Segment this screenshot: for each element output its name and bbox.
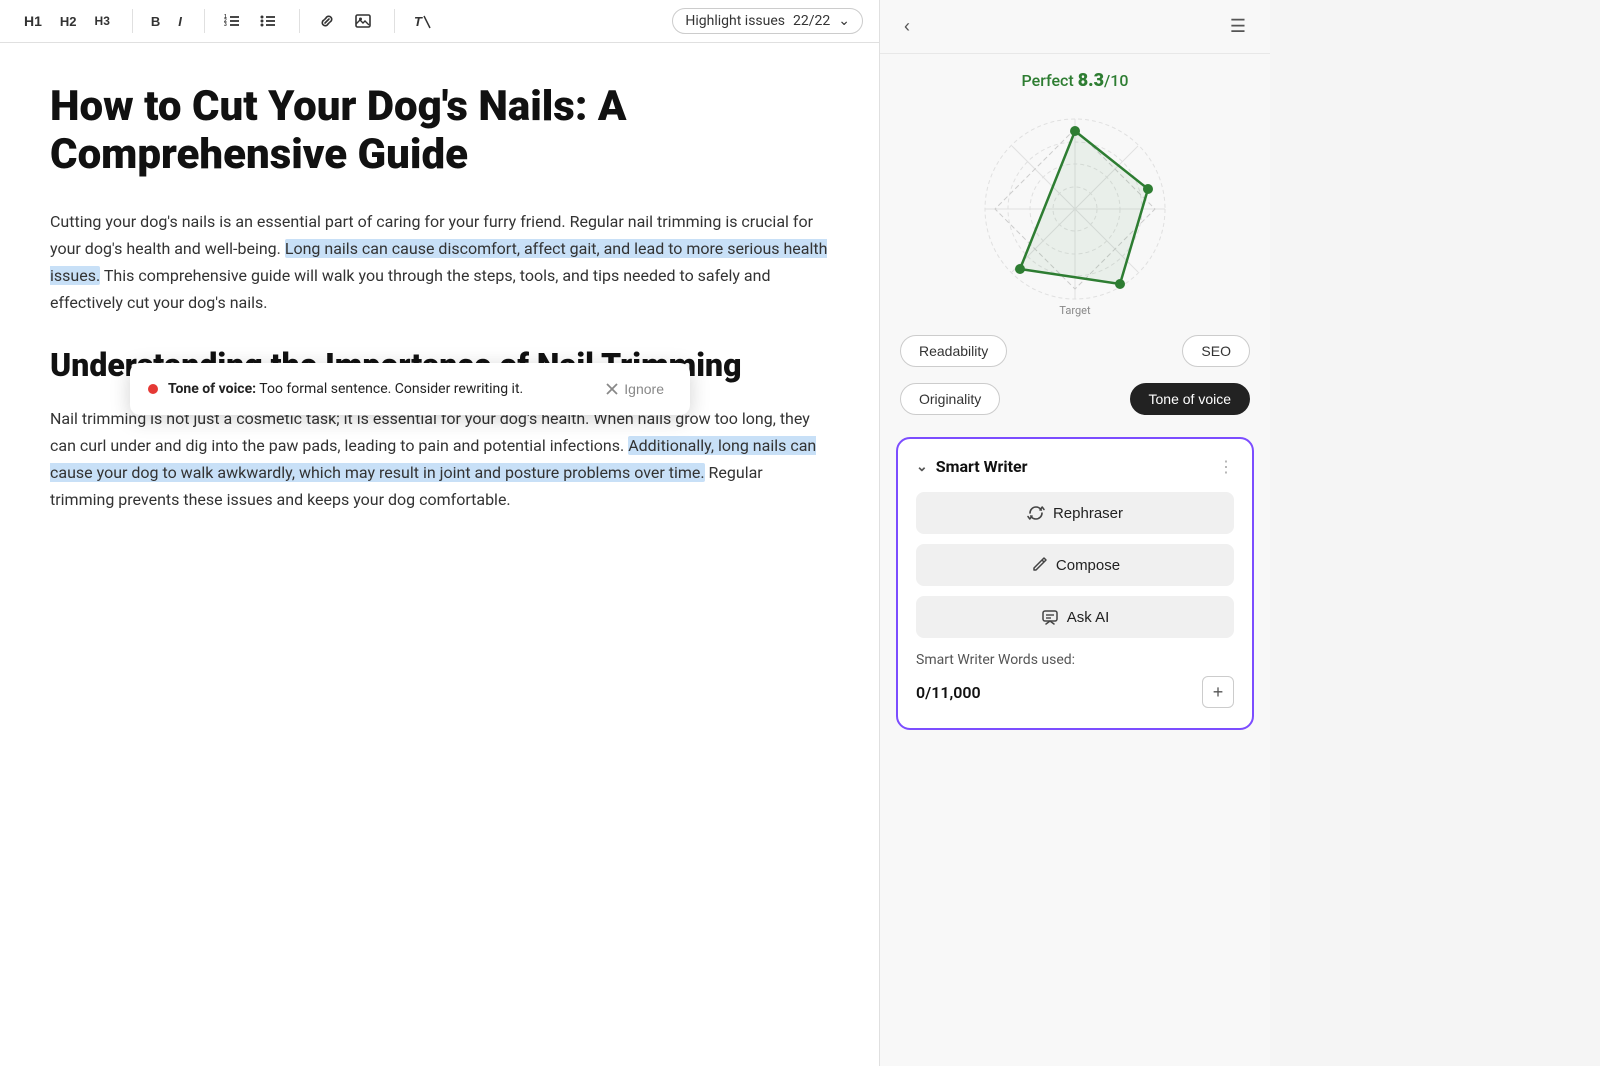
tone-dot [148, 384, 158, 394]
originality-pill[interactable]: Originality [900, 383, 1000, 415]
ignore-icon [605, 382, 619, 396]
words-count-row: 0/11,000 + [916, 676, 1234, 708]
format-group: B I [143, 10, 190, 33]
highlight-dropdown[interactable]: Highlight issues 22/22 ⌄ [672, 8, 863, 34]
smart-writer-title: ⌄ Smart Writer [916, 457, 1028, 476]
radar-section: Target [880, 99, 1270, 327]
link-button[interactable] [310, 8, 344, 34]
ask-ai-button[interactable]: Ask AI [916, 596, 1234, 638]
h2-button[interactable]: H2 [52, 10, 85, 33]
h1-button[interactable]: H1 [16, 9, 50, 33]
menu-button[interactable]: ☰ [1226, 12, 1250, 41]
link-icon [318, 12, 336, 30]
score-section: Perfect 8.3/10 [880, 54, 1270, 99]
score-suffix: /10 [1104, 71, 1128, 90]
radar-svg [965, 99, 1185, 319]
unordered-list-button[interactable] [251, 8, 285, 34]
collapse-icon[interactable]: ⌄ [916, 459, 928, 475]
image-button[interactable] [346, 8, 380, 34]
highlight-count: 22/22 [793, 13, 830, 29]
compose-button[interactable]: Compose [916, 544, 1234, 586]
ignore-button[interactable]: Ignore [597, 377, 672, 401]
editor-panel: H1 H2 H3 B I 1 2 3 [0, 0, 880, 1066]
tone-of-voice-pill[interactable]: Tone of voice [1130, 383, 1251, 415]
article-title: How to Cut Your Dog's Nails: A Comprehen… [50, 83, 829, 180]
ordered-list-icon: 1 2 3 [223, 12, 241, 30]
pill-row-2: Originality Tone of voice [880, 375, 1270, 423]
divider-3 [299, 9, 300, 33]
clear-format-button[interactable]: T [405, 8, 439, 34]
bold-button[interactable]: B [143, 10, 168, 33]
ordered-list-button[interactable]: 1 2 3 [215, 8, 249, 34]
tone-tooltip-text: Tone of voice: Too formal sentence. Cons… [168, 381, 587, 397]
back-button[interactable]: ‹ [900, 12, 914, 41]
right-header: ‹ ☰ [880, 0, 1270, 54]
pill-row: Readability SEO [880, 327, 1270, 375]
highlight-label: Highlight issues [685, 13, 785, 29]
radar-chart: Target [965, 99, 1185, 319]
rephraser-button[interactable]: Rephraser [916, 492, 1234, 534]
smart-writer-label: Smart Writer [936, 457, 1028, 476]
unordered-list-icon [259, 12, 277, 30]
score-label: Perfect 8.3/10 [900, 70, 1250, 91]
h3-button[interactable]: H3 [87, 10, 118, 32]
score-value: 8.3 [1078, 70, 1104, 91]
rephraser-icon [1027, 504, 1045, 522]
words-count: 0/11,000 [916, 683, 981, 702]
tone-tooltip-message: Too formal sentence. Consider rewriting … [259, 381, 523, 397]
ignore-label: Ignore [624, 381, 664, 397]
compose-icon [1030, 556, 1048, 574]
radar-target-label: Target [1059, 304, 1090, 317]
rephraser-label: Rephraser [1053, 505, 1123, 522]
intro-end: This comprehensive guide will walk you t… [50, 266, 770, 312]
ask-ai-icon [1041, 608, 1059, 626]
divider-1 [132, 9, 133, 33]
clear-format-icon: T [413, 12, 431, 30]
readability-pill[interactable]: Readability [900, 335, 1007, 367]
add-words-button[interactable]: + [1202, 676, 1234, 708]
tone-tooltip-label: Tone of voice: [168, 381, 256, 397]
body-paragraph: Nail trimming is not just a cosmetic tas… [50, 405, 829, 514]
compose-label: Compose [1056, 557, 1120, 574]
list-group: 1 2 3 [215, 8, 285, 34]
seo-pill[interactable]: SEO [1182, 335, 1250, 367]
image-icon [354, 12, 372, 30]
words-used-label: Smart Writer Words used: [916, 652, 1234, 668]
smart-writer-header: ⌄ Smart Writer ⋮ [916, 457, 1234, 476]
chevron-down-icon: ⌄ [838, 13, 850, 29]
editor-content[interactable]: Tone of voice: Too formal sentence. Cons… [0, 43, 879, 1066]
svg-text:3: 3 [224, 22, 227, 28]
right-panel: ‹ ☰ Perfect 8.3/10 [880, 0, 1270, 1066]
divider-2 [204, 9, 205, 33]
info-icon[interactable]: ⋮ [1218, 457, 1234, 476]
insert-group [310, 8, 380, 34]
italic-button[interactable]: I [170, 10, 190, 33]
heading-group: H1 H2 H3 [16, 9, 118, 33]
svg-text:T: T [414, 14, 423, 29]
divider-4 [394, 9, 395, 33]
tone-tooltip: Tone of voice: Too formal sentence. Cons… [130, 363, 690, 415]
ask-ai-label: Ask AI [1067, 609, 1110, 626]
intro-paragraph: Cutting your dog's nails is an essential… [50, 208, 829, 317]
toolbar: H1 H2 H3 B I 1 2 3 [0, 0, 879, 43]
smart-writer-box: ⌄ Smart Writer ⋮ Rephraser Compose [896, 437, 1254, 730]
score-prefix: Perfect [1022, 71, 1078, 90]
